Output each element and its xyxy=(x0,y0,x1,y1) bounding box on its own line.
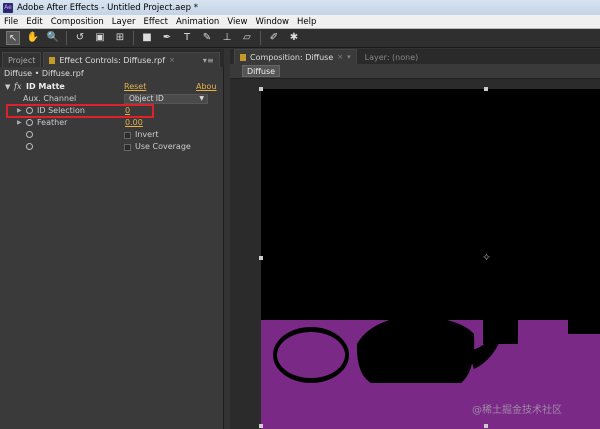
menu-bar: File Edit Composition Layer Effect Anima… xyxy=(0,15,600,29)
stopwatch-icon[interactable] xyxy=(26,131,33,138)
use-coverage-checkbox[interactable] xyxy=(124,144,131,151)
tab-effect-controls-label: Effect Controls: Diffuse.rpf xyxy=(59,55,166,65)
tab-composition-label: Composition: Diffuse xyxy=(250,52,334,62)
use-coverage-label: Use Coverage xyxy=(135,142,191,151)
roto-brush-tool-icon[interactable]: ✐ xyxy=(267,31,281,45)
hand-tool-icon[interactable]: ✋ xyxy=(26,31,40,45)
aux-channel-value: Object ID xyxy=(129,94,164,103)
close-icon[interactable]: × xyxy=(337,50,343,65)
tab-composition[interactable]: Composition: Diffuse × ▾ xyxy=(234,49,357,64)
invert-label: Invert xyxy=(135,130,159,139)
stopwatch-icon[interactable] xyxy=(26,143,33,150)
tab-layer-label: Layer: (none) xyxy=(364,52,419,62)
lock-icon[interactable] xyxy=(240,53,246,61)
composition-navigator: Diffuse xyxy=(230,64,600,79)
menu-window[interactable]: Window xyxy=(251,17,293,27)
feather-label: Feather xyxy=(37,118,68,127)
stopwatch-icon[interactable] xyxy=(26,119,33,126)
puppet-pin-tool-icon[interactable]: ✱ xyxy=(287,31,301,45)
composition-panel-tabs: Composition: Diffuse × ▾ Layer: (none) xyxy=(230,49,600,64)
render-preview xyxy=(261,305,600,429)
use-coverage-row: Use Coverage xyxy=(0,141,224,153)
pan-behind-tool-icon[interactable]: ⊞ xyxy=(113,31,127,45)
left-panel-tabs: Project Effect Controls: Diffuse.rpf × ▾… xyxy=(0,49,224,67)
aux-channel-dropdown[interactable]: Object ID ▼ xyxy=(124,94,208,104)
brush-tool-icon[interactable]: ✎ xyxy=(200,31,214,45)
menu-layer[interactable]: Layer xyxy=(108,17,140,27)
annotation-highlight-box xyxy=(6,104,154,118)
eraser-tool-icon[interactable]: ▱ xyxy=(240,31,254,45)
feather-value[interactable]: 0.00 xyxy=(125,117,143,129)
reset-link[interactable]: Reset xyxy=(124,81,146,93)
panel-menu-icon[interactable]: ▾≡ xyxy=(203,53,214,68)
pen-tool-icon[interactable]: ✒ xyxy=(160,31,174,45)
collapse-arrow-icon[interactable]: ▼ xyxy=(5,81,10,93)
toolbar-separator xyxy=(133,31,134,45)
type-tool-icon[interactable]: T xyxy=(180,31,194,45)
invert-row: Invert xyxy=(0,129,224,141)
resize-handle[interactable] xyxy=(484,424,488,428)
watermark: @稀土掘金技术社区 xyxy=(472,405,562,416)
tab-project[interactable]: Project xyxy=(2,52,42,67)
menu-view[interactable]: View xyxy=(223,17,251,27)
expand-arrow-icon[interactable]: ▶ xyxy=(17,117,22,129)
tools-panel: ↖ ✋ 🔍 ↺ ▣ ⊞ ■ ✒ T ✎ ⊥ ▱ ✐ ✱ xyxy=(0,29,600,48)
rectangle-tool-icon[interactable]: ■ xyxy=(140,31,154,45)
panel-menu-icon[interactable]: ▾ xyxy=(347,50,351,65)
chevron-down-icon: ▼ xyxy=(199,95,204,102)
breadcrumb: Diffuse • Diffuse.rpf xyxy=(4,69,84,78)
toolbar-separator xyxy=(260,31,261,45)
lock-icon[interactable] xyxy=(49,56,56,64)
tab-effect-controls[interactable]: Effect Controls: Diffuse.rpf × ▾≡ xyxy=(43,52,220,68)
comp-subtab-diffuse[interactable]: Diffuse xyxy=(242,65,281,77)
camera-tool-icon[interactable]: ▣ xyxy=(93,31,107,45)
menu-file[interactable]: File xyxy=(0,17,22,27)
title-bar: Ae Adobe After Effects - Untitled Projec… xyxy=(0,0,600,15)
resize-handle[interactable] xyxy=(484,87,488,91)
resize-handle[interactable] xyxy=(259,256,263,260)
menu-composition[interactable]: Composition xyxy=(47,17,108,27)
clone-stamp-tool-icon[interactable]: ⊥ xyxy=(220,31,234,45)
menu-effect[interactable]: Effect xyxy=(140,17,172,27)
zoom-tool-icon[interactable]: 🔍 xyxy=(46,31,60,45)
tab-project-label: Project xyxy=(8,55,36,65)
resize-handle[interactable] xyxy=(259,87,263,91)
composition-canvas[interactable] xyxy=(261,89,600,429)
rotate-tool-icon[interactable]: ↺ xyxy=(73,31,87,45)
after-effects-logo-icon: Ae xyxy=(3,2,13,13)
selection-tool-icon[interactable]: ↖ xyxy=(6,31,20,45)
menu-edit[interactable]: Edit xyxy=(22,17,46,27)
anchor-point-icon[interactable]: ✧ xyxy=(481,252,492,263)
close-icon[interactable]: × xyxy=(169,53,175,68)
tab-layer[interactable]: Layer: (none) xyxy=(358,49,479,64)
about-link[interactable]: Abou xyxy=(196,81,217,93)
invert-checkbox[interactable] xyxy=(124,132,131,139)
resize-handle[interactable] xyxy=(259,424,263,428)
feather-row: ▶ Feather 0.00 xyxy=(0,117,224,129)
effect-name: ID Matte xyxy=(26,82,65,91)
toolbar-separator xyxy=(66,31,67,45)
window-title: Adobe After Effects - Untitled Project.a… xyxy=(17,2,198,13)
menu-animation[interactable]: Animation xyxy=(172,17,223,27)
fx-toggle-icon[interactable]: fx xyxy=(14,81,21,93)
effect-controls-panel: Diffuse • Diffuse.rpf ▼ fx ID Matte Rese… xyxy=(0,67,224,429)
menu-help[interactable]: Help xyxy=(293,17,320,27)
effect-header-row: ▼ fx ID Matte Reset Abou xyxy=(0,81,224,93)
